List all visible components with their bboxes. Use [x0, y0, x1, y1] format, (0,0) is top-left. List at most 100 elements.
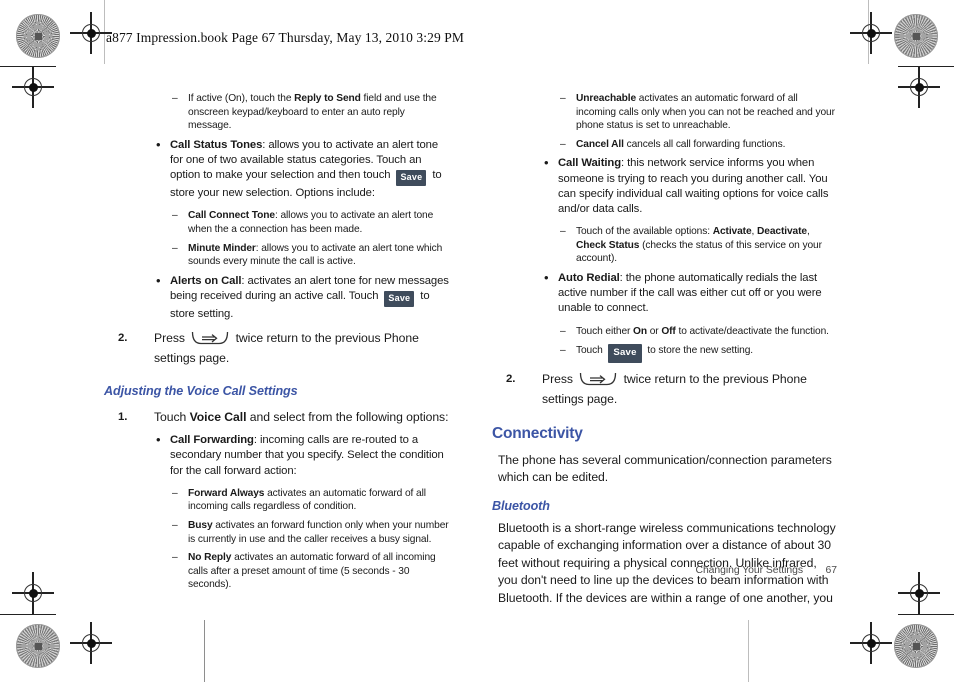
text-bold: Voice Call [189, 410, 247, 425]
list-item: • Call Waiting: this network service inf… [492, 155, 837, 217]
option-off[interactable]: Off [661, 326, 676, 337]
registration-mark-top-right [850, 12, 892, 54]
text-bold: Call Status Tones [170, 138, 263, 151]
text-bold: Alerts on Call [170, 274, 242, 287]
registration-mark-top-left [70, 12, 112, 54]
registration-mark-bottom-right [850, 622, 892, 664]
text-bold: Busy [188, 519, 213, 531]
list-item: – Call Connect Tone: allows you to activ… [104, 209, 449, 236]
list-item: – No Reply activates an automatic forwar… [104, 551, 449, 592]
bullet-marker: • [544, 155, 549, 171]
back-key-icon[interactable] [579, 372, 617, 386]
option-deactivate[interactable]: Deactivate [757, 226, 807, 237]
text-bold: Cancel All [576, 138, 624, 150]
section-heading-voice-call: Adjusting the Voice Call Settings [104, 384, 298, 399]
option-activate[interactable]: Activate [713, 226, 752, 237]
numbered-step: 1. Touch Voice Call and select from the … [104, 407, 449, 427]
step-number: 2. [506, 372, 516, 385]
text-bold: Reply to Send [294, 93, 361, 104]
list-item: • Call Status Tones: allows you to activ… [104, 136, 449, 202]
bullet-marker: • [156, 432, 161, 448]
dash-marker: – [560, 226, 566, 238]
list-item: – If active (On), touch the Reply to Sen… [104, 92, 449, 133]
registration-mark-right-lower [898, 572, 940, 614]
text-mid: or [646, 325, 662, 337]
text-bold: Minute Minder [188, 242, 256, 254]
dash-marker: – [172, 210, 178, 222]
text-post: activates an forward function only when … [188, 519, 449, 545]
bullet-marker: • [544, 269, 549, 285]
list-item: • Auto Redial: the phone automatically r… [492, 269, 837, 317]
text-post: and select from the following options: [246, 410, 449, 425]
save-key-icon[interactable]: Save [384, 290, 415, 307]
text-pre: Touch [154, 410, 190, 425]
text-pre: Touch either [576, 325, 634, 337]
text-pre: Touch [576, 345, 606, 357]
star-target-mark-top-right [894, 14, 938, 58]
option-check-status[interactable]: Check Status [576, 240, 639, 251]
save-key-icon[interactable]: Save [396, 170, 427, 187]
dash-marker: – [172, 552, 178, 564]
text-bold: Call Forwarding [170, 434, 254, 447]
list-item: • Call Forwarding: incoming calls are re… [104, 432, 449, 479]
footer-page-number: 67 [825, 565, 838, 576]
list-item: – Busy activates an forward function onl… [104, 519, 449, 546]
registration-mark-left-upper [12, 66, 54, 108]
connectivity-intro: The phone has several communication/conn… [498, 452, 832, 485]
dash-marker: – [172, 93, 178, 104]
list-item: – Minute Minder: allows you to activate … [104, 242, 449, 269]
text-bold: No Reply [188, 552, 232, 564]
running-header: a877 Impression.book Page 67 Thursday, M… [106, 30, 465, 45]
scanned-manual-page: { "page": { "running_header": "a877 Impr… [0, 0, 954, 682]
dash-marker: – [172, 487, 178, 499]
section-heading-bluetooth: Bluetooth [492, 498, 550, 513]
star-target-mark-top-left [16, 14, 60, 58]
numbered-step: 2. Press twice return to the previous Ph… [492, 369, 837, 409]
dash-marker: – [560, 345, 566, 357]
crop-line-bottom-right-vertical [748, 620, 749, 682]
separator-2: , [806, 226, 810, 238]
footer-chapter-title: Changing Your Settings [695, 565, 803, 576]
list-item: – Touch of the available options: Activa… [492, 225, 837, 266]
registration-mark-bottom-left [70, 622, 112, 664]
option-on[interactable]: On [633, 326, 647, 337]
list-item: – Forward Always activates an automatic … [104, 487, 449, 514]
star-target-mark-bottom-left [16, 624, 60, 668]
text-pre: Touch of the available options: [576, 226, 713, 238]
registration-mark-left-lower [12, 572, 54, 614]
step-number: 2. [118, 332, 128, 345]
text-pre: Press [154, 331, 189, 346]
save-key-icon[interactable]: Save [608, 344, 642, 363]
list-item: – Touch Save to store the new setting. [492, 343, 837, 363]
registration-mark-right-upper [898, 66, 940, 108]
list-item: – Unreachable activates an automatic for… [492, 92, 837, 133]
text-bold: Call Waiting [558, 157, 622, 170]
text-post: to activate/deactivate the function. [675, 325, 829, 337]
text-pre: If active (On), touch the [188, 93, 295, 104]
crop-line-bottom-left-vertical [204, 620, 205, 682]
numbered-step: 2. Press twice return to the previous Ph… [104, 328, 449, 368]
crop-line-upper-left-horizontal [0, 66, 56, 68]
back-key-icon[interactable] [191, 331, 229, 345]
crop-line-lower-left-horizontal [0, 614, 56, 616]
dash-marker: – [560, 138, 566, 150]
left-column: – If active (On), touch the Reply to Sen… [104, 92, 449, 597]
text-bold: Unreachable [576, 93, 637, 104]
bullet-marker: • [156, 136, 161, 152]
page-title-connectivity: Connectivity [492, 424, 583, 442]
text-post: to store the new setting. [644, 345, 754, 357]
step-number: 1. [118, 411, 128, 424]
text-bold: Forward Always [188, 487, 265, 499]
bluetooth-body: Bluetooth is a short-range wireless comm… [498, 520, 836, 605]
dash-marker: – [172, 242, 178, 254]
list-item: – Touch either On or Off to activate/dea… [492, 325, 837, 339]
dash-marker: – [560, 93, 566, 104]
right-column: – Unreachable activates an automatic for… [492, 92, 837, 616]
text-bold: Call Connect Tone [188, 210, 275, 222]
text-post: cancels all call forwarding functions. [623, 138, 786, 150]
star-target-mark-bottom-right [894, 624, 938, 668]
list-item: – Cancel All cancels all call forwarding… [492, 138, 837, 152]
text-bold: Auto Redial [558, 271, 620, 284]
page-footer: Changing Your Settings 67 [492, 565, 837, 576]
dash-marker: – [172, 519, 178, 531]
